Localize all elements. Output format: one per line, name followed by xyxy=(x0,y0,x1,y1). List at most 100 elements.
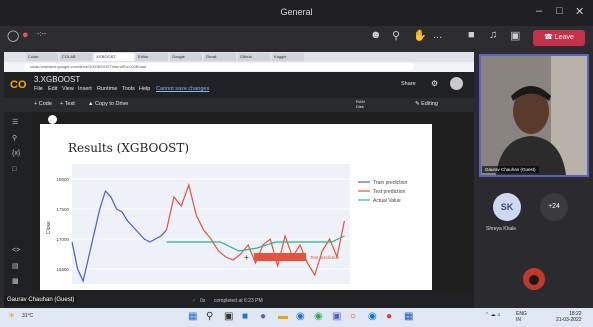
meeting-toolbar xyxy=(0,26,593,50)
copy-to-drive-label: Copy to Drive xyxy=(94,101,129,107)
minimize-icon[interactable]: – xyxy=(536,5,542,17)
y-axis-label: Close xyxy=(46,221,52,234)
meeting-timer: -:-- xyxy=(37,31,46,38)
office-icon[interactable]: ○ xyxy=(350,311,356,322)
weather-temp: 31°C xyxy=(22,313,34,319)
url-field[interactable]: colab.research.google.com/drive/1/XGBOOS… xyxy=(24,63,414,71)
chart-title: Results (XGBOOST) xyxy=(68,141,189,155)
hover-cursor: + xyxy=(244,253,249,262)
chart-output: Results (XGBOOST) Close 18000 17500 17000 165… xyxy=(40,124,432,290)
mic-icon[interactable]: ♫ xyxy=(489,29,497,41)
cannot-save-link[interactable]: Cannot save changes xyxy=(156,86,209,92)
status-duration: 0s xyxy=(200,298,206,304)
participant-avatar-sk[interactable]: SK xyxy=(493,193,521,221)
toc-icon[interactable]: ☰ xyxy=(12,118,18,126)
clock[interactable]: 18:22 21-03-2022 xyxy=(556,311,582,323)
settings-icon[interactable]: ⚙ xyxy=(431,79,438,88)
teams-icon[interactable]: ▣ xyxy=(332,311,341,322)
search-icon[interactable]: ⚲ xyxy=(206,311,213,322)
y-tick-label: 18000 xyxy=(56,177,69,182)
add-text-button[interactable]: + Text xyxy=(60,101,75,107)
participant-name: Gaurav Chauhan (Guest) xyxy=(482,166,539,173)
close-icon[interactable]: ✕ xyxy=(575,5,584,18)
check-icon: ✓ xyxy=(192,298,197,304)
add-code-button[interactable]: + Code xyxy=(34,101,52,107)
browser-tab-active[interactable]: XGBOOST xyxy=(94,53,134,61)
colab-logo: CO xyxy=(10,79,27,91)
chrome-icon[interactable]: ◉ xyxy=(314,311,323,322)
share-tray-icon[interactable]: ▣ xyxy=(510,29,520,42)
y-tick-label: 17000 xyxy=(56,237,69,242)
browser-tab[interactable]: Editor xyxy=(136,53,168,61)
legend-label-2: Actual Value xyxy=(373,198,401,204)
browser-tab[interactable]: Google xyxy=(170,53,202,61)
participant-name-sk: Shreya Khale xyxy=(486,226,517,232)
menu-help[interactable]: Help xyxy=(139,86,150,92)
disk-label: Disk xyxy=(356,104,364,109)
editing-mode-button[interactable]: ✎ Editing xyxy=(415,101,438,107)
y-tick-label: 16500 xyxy=(56,267,69,272)
menu-file[interactable]: File xyxy=(34,86,43,92)
shared-screen: Colab COLAB XGBOOST Editor Google Gmail … xyxy=(4,52,474,308)
camera-icon[interactable]: ■ xyxy=(468,29,475,41)
edge-icon[interactable]: ◉ xyxy=(296,311,305,322)
browser-tab[interactable]: Github xyxy=(238,53,270,61)
word-icon[interactable]: ▦ xyxy=(404,311,413,322)
menu-insert[interactable]: Insert xyxy=(78,86,92,92)
plot-area xyxy=(72,164,350,284)
browser-tab[interactable]: Colab xyxy=(26,53,58,61)
share-button[interactable]: Share xyxy=(401,81,416,87)
presenter-caption: Gaurav Chauhan (Guest) xyxy=(4,296,78,305)
outlook-icon[interactable]: ◉ xyxy=(368,311,377,322)
command-palette-icon[interactable]: ▤ xyxy=(12,262,19,270)
notebook-title[interactable]: 3.XGBOOST xyxy=(34,75,80,84)
shield-icon[interactable]: ◯ xyxy=(7,29,19,42)
more-participants-button[interactable]: +24 xyxy=(540,193,568,221)
menu-edit[interactable]: Edit xyxy=(48,86,57,92)
browser-tab[interactable]: Gmail xyxy=(204,53,236,61)
legend-label-0: Train prediction xyxy=(373,180,407,186)
search-icon[interactable]: ⚲ xyxy=(12,134,17,142)
status-bar: ✓ 0s completed at 6:23 PM xyxy=(32,294,474,308)
status-text: completed at 6:23 PM xyxy=(214,298,263,304)
widgets-icon[interactable]: ■ xyxy=(242,311,248,322)
copy-to-drive-button[interactable]: ▲ Copy to Drive xyxy=(88,101,128,107)
avatar-image xyxy=(523,268,545,290)
resource-monitor[interactable]: RAM Disk xyxy=(356,99,365,109)
recording-icon: ● xyxy=(22,29,29,41)
chat-icon[interactable]: ⚲ xyxy=(392,29,400,42)
react-icon[interactable]: ✋ xyxy=(413,29,427,42)
weather-icon[interactable]: ☀ xyxy=(8,311,15,320)
hover-tooltip-box xyxy=(254,253,307,261)
variables-icon[interactable]: {x} xyxy=(12,150,20,157)
leave-button[interactable]: ☎ Leave xyxy=(533,30,585,46)
avatar[interactable] xyxy=(450,77,463,90)
browser-tab[interactable]: Kaggle xyxy=(272,53,304,61)
region-label: IN xyxy=(516,317,521,323)
run-cell-button[interactable] xyxy=(48,115,57,124)
files-icon[interactable]: □ xyxy=(12,166,16,173)
more-options-icon[interactable]: ... xyxy=(433,29,442,41)
language-indicator[interactable]: ENG IN xyxy=(516,311,527,323)
results-chart: Results (XGBOOST) Close 18000 17500 17000 165… xyxy=(46,141,407,284)
app-icon[interactable]: ● xyxy=(386,311,392,322)
code-snippets-icon[interactable]: <> xyxy=(12,247,20,254)
participants-icon[interactable]: ☻ xyxy=(370,29,382,41)
clock-date: 21-03-2022 xyxy=(556,317,582,323)
system-tray[interactable]: ⌃ ☁ ♫ xyxy=(485,312,501,318)
terminal-icon[interactable]: ▩ xyxy=(12,277,19,285)
person-silhouette xyxy=(481,56,587,175)
task-view-icon[interactable]: ▣ xyxy=(224,311,233,322)
menu-runtime[interactable]: Runtime xyxy=(97,86,117,92)
teams-chat-icon[interactable]: ● xyxy=(260,311,266,322)
participant-avatar[interactable] xyxy=(523,268,545,290)
maximize-icon[interactable]: □ xyxy=(556,5,563,17)
start-icon[interactable]: ▦ xyxy=(188,311,197,322)
hover-tooltip-label: Test prediction xyxy=(310,255,340,260)
file-explorer-icon[interactable]: ▬ xyxy=(278,311,288,322)
browser-tab[interactable]: COLAB xyxy=(60,53,92,61)
menu-view[interactable]: View xyxy=(62,86,74,92)
participant-video[interactable] xyxy=(479,54,589,177)
menu-tools[interactable]: Tools xyxy=(122,86,135,92)
leave-label: Leave xyxy=(554,34,574,41)
